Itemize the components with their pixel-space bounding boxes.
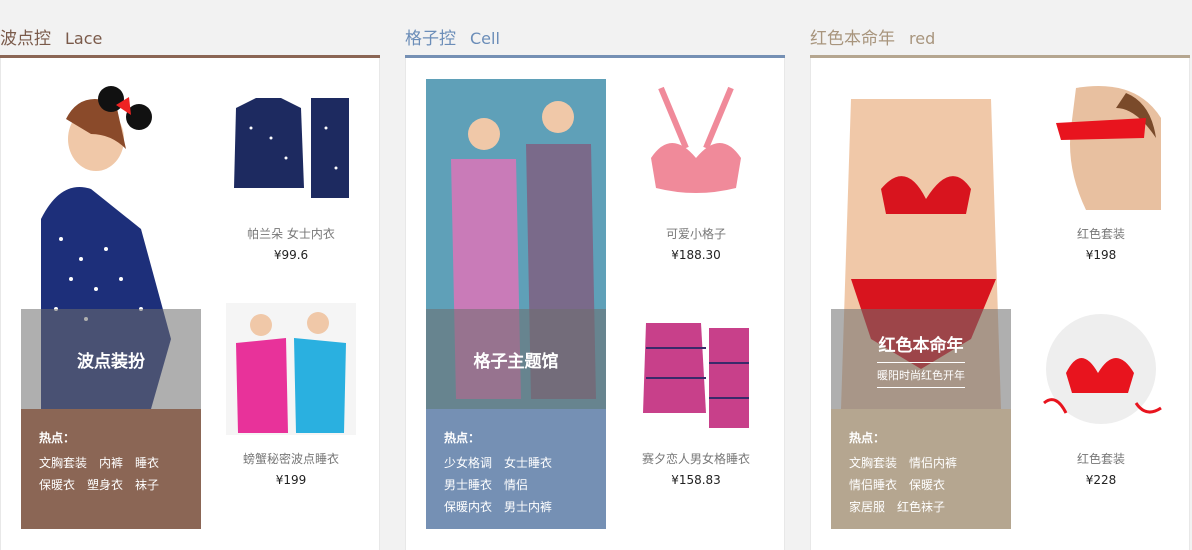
product-image-red-blindfold[interactable] (1036, 78, 1166, 210)
hot-row: 家居服 红色袜子 (849, 496, 1011, 518)
product-card[interactable]: 螃蟹秘密波点睡衣 ¥199 (221, 303, 361, 487)
section-header: 格子控 Cell (405, 0, 785, 58)
hot-link[interactable]: 保暖衣 (909, 478, 945, 492)
feature-panel[interactable]: 波点装扮 热点： 文胸套装 内裤 睡衣 保暖衣 塑身衣 袜子 (21, 79, 201, 529)
feature-banner[interactable]: 红色本命年 暖阳时尚红色开年 (831, 309, 1011, 409)
hot-row: 文胸套装 情侣内裤 (849, 452, 1011, 474)
hot-links-panel: 热点： 文胸套装 内裤 睡衣 保暖衣 塑身衣 袜子 (21, 409, 201, 529)
product-price: ¥99.6 (273, 248, 309, 262)
product-price: ¥188.30 (671, 248, 721, 262)
section-header: 红色本命年 red (810, 0, 1190, 58)
feature-panel[interactable]: 红色本命年 暖阳时尚红色开年 热点： 文胸套装 情侣内裤 情侣睡衣 保暖衣 家居服红… (831, 79, 1011, 529)
section-title-en[interactable]: red (909, 29, 935, 48)
section-red: 红色本命年 red 红色本命年 暖阳时尚红色开年 热点： 文胸套装 情侣内裤 情侣睡… (810, 0, 1190, 550)
hot-row: 保暖内衣 男士内裤 (444, 496, 606, 518)
section-plaid: 格子控 Cell 格子主题馆 热点： 少女格调 女士睡衣 男士睡衣 情侣 保暖内… (405, 0, 785, 550)
product-image-couple-pajama[interactable] (226, 303, 356, 435)
hot-row: 文胸套装 内裤 睡衣 (39, 452, 201, 474)
section-title-cn[interactable]: 红色本命年 (810, 29, 895, 49)
product-card[interactable]: 帕兰朵 女士内衣 ¥99.6 (221, 78, 361, 262)
section-title-cn[interactable]: 格子控 (405, 29, 456, 49)
hot-link[interactable]: 女士睡衣 (504, 456, 552, 470)
product-name[interactable]: 红色套装 (1031, 450, 1171, 467)
hot-link[interactable]: 家居服 (849, 500, 885, 514)
hot-link[interactable]: 男士睡衣 (444, 478, 492, 492)
product-price: ¥199 (275, 473, 307, 487)
feature-panel[interactable]: 格子主题馆 热点： 少女格调 女士睡衣 男士睡衣 情侣 保暖内衣 男士内裤 (426, 79, 606, 529)
hot-links-panel: 热点： 文胸套装 情侣内裤 情侣睡衣 保暖衣 家居服 红色袜子 (831, 409, 1011, 529)
hot-link[interactable]: 文胸套装 (849, 456, 897, 470)
hot-link[interactable]: 保暖内衣 (444, 500, 492, 514)
hot-link[interactable]: 睡衣 (135, 456, 159, 470)
banner-title: 格子主题馆 (473, 351, 559, 372)
banner-title: 红色本命年 (878, 335, 964, 356)
product-price: ¥158.83 (671, 473, 721, 487)
product-price: ¥198 (1085, 248, 1117, 262)
hot-link[interactable]: 情侣内裤 (909, 456, 957, 470)
banner-subtitle: 暖阳时尚红色开年 (877, 361, 965, 388)
hot-link[interactable]: 内裤 (99, 456, 123, 470)
feature-banner[interactable]: 波点装扮 (21, 309, 201, 409)
section-card: 波点装扮 热点： 文胸套装 内裤 睡衣 保暖衣 塑身衣 袜子 帕兰朵 女士内衣 ¥99.… (0, 58, 380, 550)
product-price: ¥228 (1085, 473, 1117, 487)
banner-title: 波点装扮 (77, 351, 145, 372)
section-title-en[interactable]: Lace (65, 29, 102, 48)
product-name[interactable]: 帕兰朵 女士内衣 (221, 225, 361, 242)
hot-link[interactable]: 情侣 (504, 478, 528, 492)
hot-link[interactable]: 少女格调 (444, 456, 492, 470)
section-title-en[interactable]: Cell (470, 29, 500, 48)
product-card[interactable]: 可爱小格子 ¥188.30 (626, 78, 766, 262)
product-name[interactable]: 螃蟹秘密波点睡衣 (221, 450, 361, 467)
product-card[interactable]: 红色套装 ¥198 (1031, 78, 1171, 262)
hot-row: 情侣睡衣 保暖衣 (849, 474, 1011, 496)
hot-link[interactable]: 文胸套装 (39, 456, 87, 470)
product-card[interactable]: 赛夕恋人男女格睡衣 ¥158.83 (626, 303, 766, 487)
section-card: 红色本命年 暖阳时尚红色开年 热点： 文胸套装 情侣内裤 情侣睡衣 保暖衣 家居服红… (810, 58, 1190, 550)
hot-link[interactable]: 保暖衣 (39, 478, 75, 492)
hot-link[interactable]: 袜子 (135, 478, 159, 492)
product-image-polka-pajama[interactable] (226, 78, 356, 210)
hot-link[interactable]: 男士内裤 (504, 500, 552, 514)
product-name[interactable]: 红色套装 (1031, 225, 1171, 242)
hot-title: 热点： (849, 431, 886, 445)
hot-title: 热点： (39, 431, 76, 445)
section-card: 格子主题馆 热点： 少女格调 女士睡衣 男士睡衣 情侣 保暖内衣 男士内裤 可爱… (405, 58, 785, 550)
hot-link[interactable]: 红色袜子 (897, 500, 945, 514)
product-image-plaid-bikini[interactable] (631, 78, 761, 210)
hot-links-panel: 热点： 少女格调 女士睡衣 男士睡衣 情侣 保暖内衣 男士内裤 (426, 409, 606, 529)
hot-row: 少女格调 女士睡衣 (444, 452, 606, 474)
section-title-cn[interactable]: 波点控 (0, 29, 51, 49)
product-name[interactable]: 可爱小格子 (626, 225, 766, 242)
product-card[interactable]: 红色套装 ¥228 (1031, 303, 1171, 487)
feature-banner[interactable]: 格子主题馆 (426, 309, 606, 409)
hot-title: 热点： (444, 431, 481, 445)
product-image-plaid-pajama-set[interactable] (631, 303, 761, 435)
hot-link[interactable]: 塑身衣 (87, 478, 123, 492)
hot-row: 保暖衣 塑身衣 袜子 (39, 474, 201, 496)
product-name[interactable]: 赛夕恋人男女格睡衣 (626, 450, 766, 467)
section-header: 波点控 Lace (0, 0, 380, 58)
product-image-red-gift-set[interactable] (1036, 303, 1166, 435)
hot-link[interactable]: 情侣睡衣 (849, 478, 897, 492)
hot-row: 男士睡衣 情侣 (444, 474, 606, 496)
section-polka-dot: 波点控 Lace 波点装扮 热点： 文胸套装 内裤 睡衣 保暖衣 塑身衣 袜子 … (0, 0, 380, 550)
